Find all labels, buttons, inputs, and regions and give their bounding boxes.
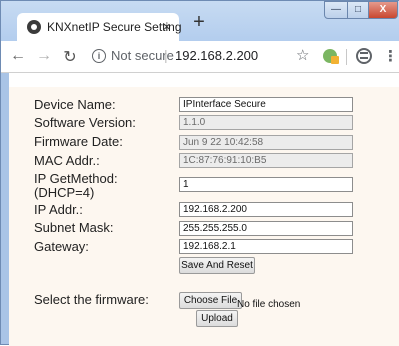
- profile-icon[interactable]: [356, 48, 372, 64]
- toolbar-divider: [346, 49, 347, 65]
- browser-window: KNXnetIP Secure Setting × + — □ X ← → ↻ …: [0, 0, 399, 346]
- close-window-button[interactable]: X: [368, 1, 398, 19]
- maximize-button[interactable]: □: [347, 1, 369, 19]
- kebab-menu-icon[interactable]: ⋮: [383, 47, 398, 65]
- software-version-label: Software Version:: [34, 115, 136, 130]
- info-icon[interactable]: i: [92, 49, 106, 63]
- subnet-mask-field[interactable]: 255.255.255.0: [179, 221, 353, 236]
- device-name-field[interactable]: IPInterface Secure: [179, 97, 353, 112]
- subnet-mask-label: Subnet Mask:: [34, 220, 114, 235]
- ip-addr-label: IP Addr.:: [34, 202, 83, 217]
- software-version-field: 1.1.0: [179, 115, 353, 130]
- ip-addr-field[interactable]: 192.168.2.200: [179, 202, 353, 217]
- url-separator: |: [164, 47, 168, 63]
- page-content: Device Name: IPInterface Secure Software…: [9, 73, 399, 346]
- extension-icon[interactable]: [323, 49, 339, 64]
- minimize-button[interactable]: —: [324, 1, 348, 19]
- browser-toolbar: ← → ↻ i Not secure | 192.168.2.200 ☆ ⋮: [1, 41, 399, 73]
- ip-getmethod-hint: (DHCP=4): [34, 185, 95, 200]
- mac-addr-label: MAC Addr.:: [34, 153, 100, 168]
- choose-file-button[interactable]: Choose File: [179, 292, 242, 309]
- star-icon[interactable]: ☆: [296, 46, 309, 64]
- mac-addr-field: 1C:87:76:91:10:B5: [179, 153, 353, 168]
- globe-icon: [27, 20, 41, 34]
- gateway-field[interactable]: 192.168.2.1: [179, 239, 353, 254]
- tab-title: KNXnetIP Secure Setting: [47, 20, 182, 34]
- browser-tab[interactable]: KNXnetIP Secure Setting ×: [17, 13, 182, 41]
- no-file-chosen-text: No file chosen: [237, 299, 301, 310]
- new-tab-button[interactable]: +: [189, 12, 209, 33]
- save-and-reset-button[interactable]: Save And Reset: [179, 257, 255, 274]
- reload-icon[interactable]: ↻: [61, 47, 79, 67]
- address-bar[interactable]: 192.168.2.200: [175, 48, 258, 63]
- settings-panel: Device Name: IPInterface Secure Software…: [9, 87, 399, 346]
- firmware-date-field: Jun 9 22 10:42:58: [179, 135, 353, 150]
- ip-getmethod-field[interactable]: 1: [179, 177, 353, 192]
- firmware-date-label: Firmware Date:: [34, 134, 123, 149]
- tab-close-button[interactable]: ×: [163, 19, 171, 34]
- forward-arrow-icon[interactable]: →: [35, 47, 53, 65]
- ip-getmethod-label: IP GetMethod:: [34, 171, 118, 186]
- device-name-label: Device Name:: [34, 97, 116, 112]
- select-firmware-label: Select the firmware:: [34, 292, 149, 307]
- upload-button[interactable]: Upload: [196, 310, 238, 327]
- gateway-label: Gateway:: [34, 239, 89, 254]
- title-bar: KNXnetIP Secure Setting × + — □ X: [1, 1, 399, 41]
- back-arrow-icon[interactable]: ←: [9, 47, 27, 65]
